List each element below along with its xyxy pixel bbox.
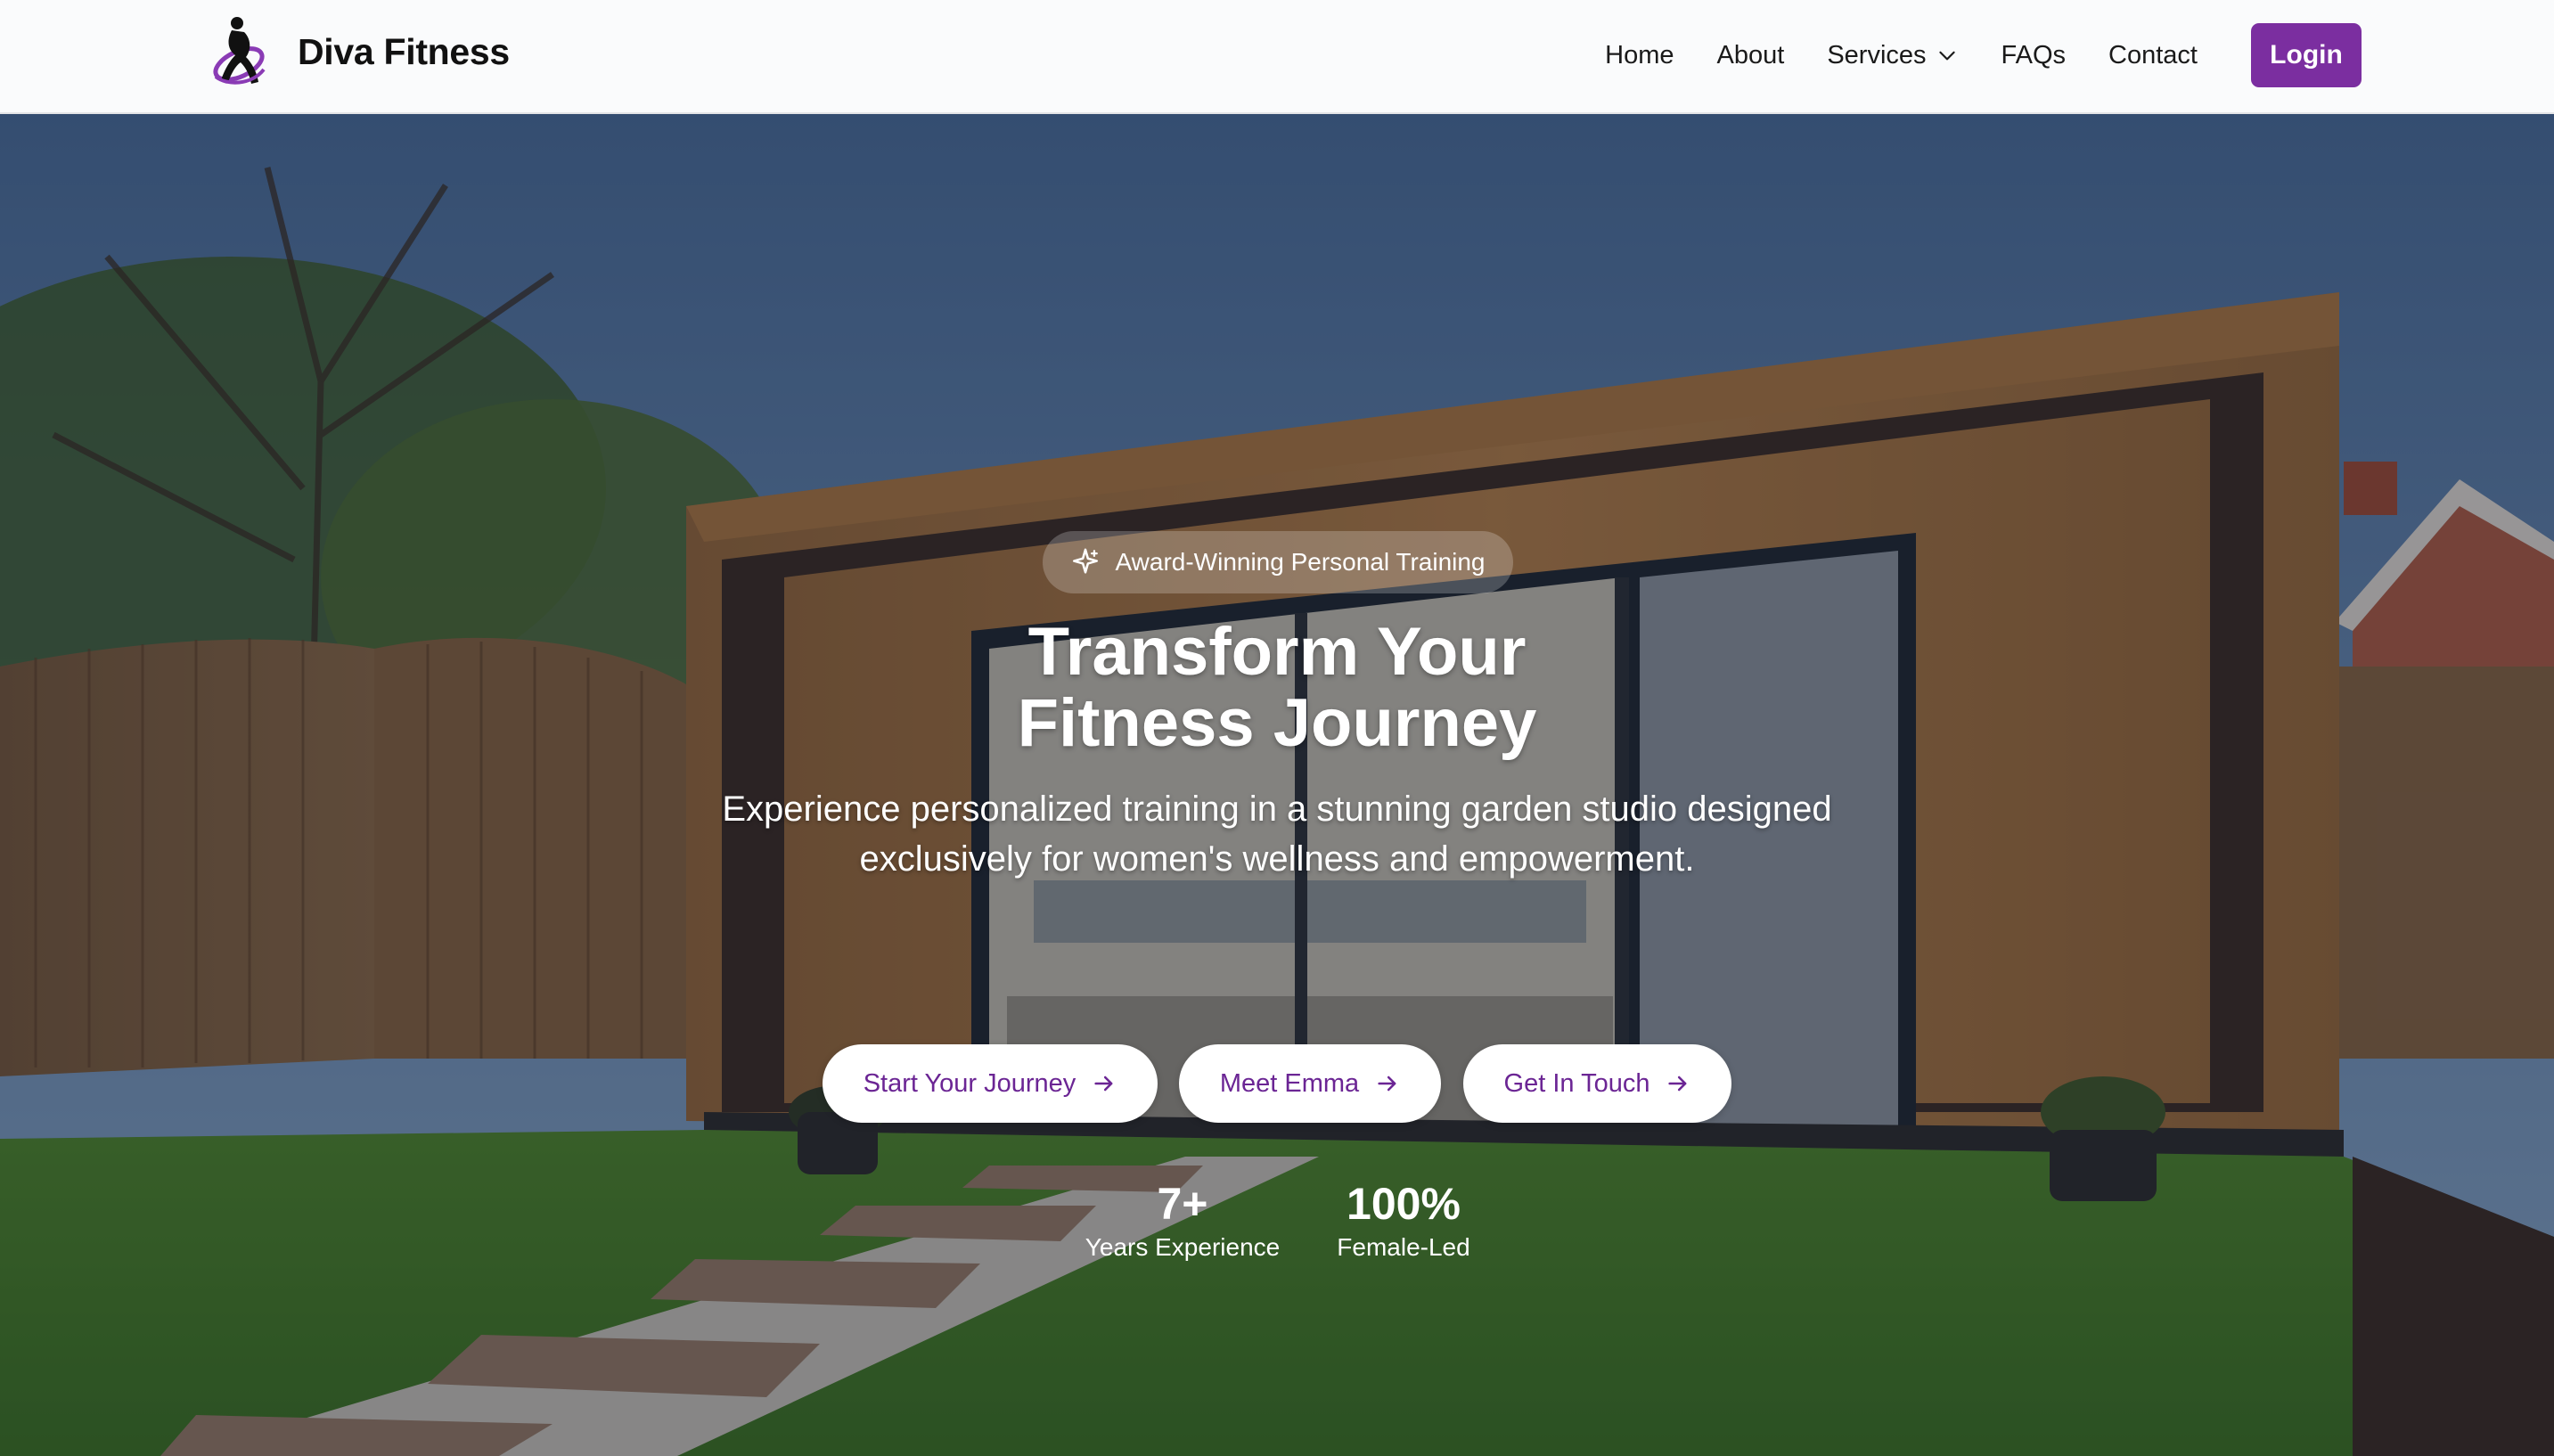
- chevron-down-icon: [1938, 51, 1955, 61]
- nav-services[interactable]: Services: [1827, 41, 1958, 70]
- stat-female-led-value: 100%: [1347, 1179, 1461, 1229]
- award-badge: Award-Winning Personal Training: [1043, 531, 1513, 593]
- meet-emma-label: Meet Emma: [1219, 1068, 1360, 1098]
- get-in-touch-label: Get In Touch: [1503, 1068, 1650, 1098]
- stat-years-label: Years Experience: [1085, 1233, 1281, 1261]
- start-journey-button[interactable]: Start Your Journey: [823, 1044, 1158, 1123]
- arrow-right-icon: [1094, 1076, 1113, 1092]
- stat-female-led: 100% Female-Led: [1319, 1179, 1488, 1264]
- meet-emma-button[interactable]: Meet Emma: [1179, 1044, 1441, 1123]
- stat-female-led-label: Female-Led: [1337, 1233, 1470, 1261]
- nav-about[interactable]: About: [1717, 41, 1785, 70]
- hero-title-line1: Transform Your: [1027, 614, 1527, 690]
- main-nav: Home About Services FAQs Contact: [1605, 0, 2198, 110]
- hero-title: Transform Your Fitness Journey: [0, 617, 2554, 759]
- nav-contact[interactable]: Contact: [2108, 41, 2198, 70]
- arrow-right-icon: [1668, 1076, 1687, 1092]
- get-in-touch-button[interactable]: Get In Touch: [1463, 1044, 1731, 1123]
- hero-section: Award-Winning Personal Training Transfor…: [0, 114, 2554, 1456]
- brand-name: Diva Fitness: [298, 30, 510, 72]
- nav-services-label: Services: [1827, 40, 1927, 70]
- navbar: Diva Fitness Home About Services FAQs Co…: [0, 0, 2554, 114]
- dancer-logo-icon: [213, 17, 266, 85]
- stat-years-value: 7+: [1157, 1179, 1208, 1229]
- hero-subtitle: Experience personalized training in a st…: [722, 789, 1832, 879]
- brand[interactable]: Diva Fitness: [207, 14, 510, 89]
- cta-group: Start Your Journey Meet Emma Get In Touc…: [0, 1044, 2554, 1123]
- hero-title-line2: Fitness Journey: [1017, 685, 1537, 761]
- start-journey-label: Start Your Journey: [863, 1068, 1076, 1098]
- stat-years: 7+ Years Experience: [1078, 1179, 1287, 1264]
- nav-faqs[interactable]: FAQs: [2001, 41, 2067, 70]
- sparkle-icon: [1073, 548, 1099, 574]
- login-button[interactable]: Login: [2251, 23, 2362, 87]
- arrow-right-icon: [1378, 1076, 1396, 1092]
- award-badge-text: Award-Winning Personal Training: [1115, 548, 1486, 576]
- nav-home[interactable]: Home: [1605, 41, 1674, 70]
